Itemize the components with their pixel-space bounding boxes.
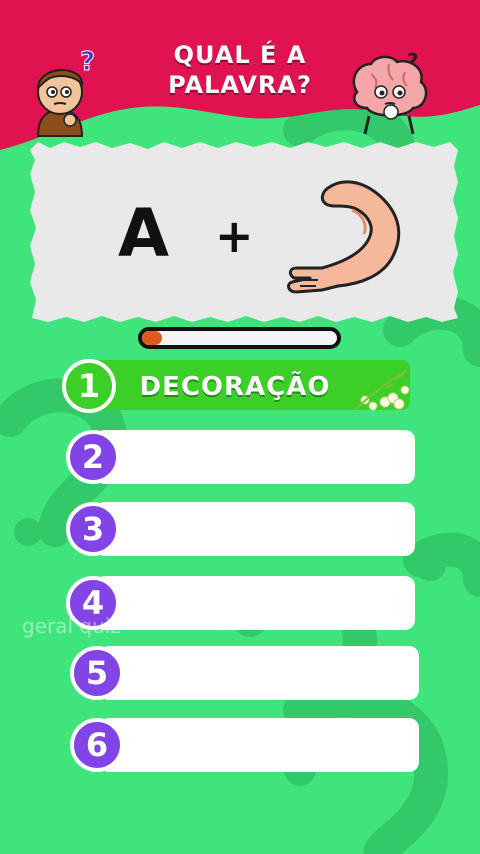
- answer-6-number: 6: [70, 718, 124, 772]
- thinking-boy-icon: ?: [36, 48, 96, 137]
- title-line-2: PALAVRA?: [168, 71, 312, 99]
- answer-2-number: 2: [66, 430, 120, 484]
- answer-slot-2[interactable]: [95, 430, 415, 484]
- arm-icon: [287, 180, 401, 294]
- page-title: QUAL É A PALAVRA?: [140, 40, 340, 100]
- watermark: geral quiz: [22, 614, 121, 638]
- title-line-1: QUAL É A: [173, 41, 307, 69]
- timer-fill: [142, 331, 162, 345]
- puzzle-plus-sign: +: [215, 209, 254, 263]
- timer-bar: [138, 327, 341, 349]
- answer-slot-5[interactable]: [99, 646, 419, 700]
- answer-1-text: DECORAÇÃO: [139, 372, 331, 402]
- answer-3-number: 3: [66, 502, 120, 556]
- svg-text:?: ?: [80, 48, 95, 77]
- flowers-icon: [354, 369, 410, 411]
- thinking-brain-icon: ?: [352, 50, 428, 135]
- answer-5-number: 5: [70, 646, 124, 700]
- answer-slot-4[interactable]: [95, 576, 415, 630]
- puzzle-letter: A: [118, 195, 170, 272]
- answer-slot-6[interactable]: [99, 718, 419, 772]
- answer-slot-3[interactable]: [95, 502, 415, 556]
- answer-1-number: 1: [62, 359, 116, 413]
